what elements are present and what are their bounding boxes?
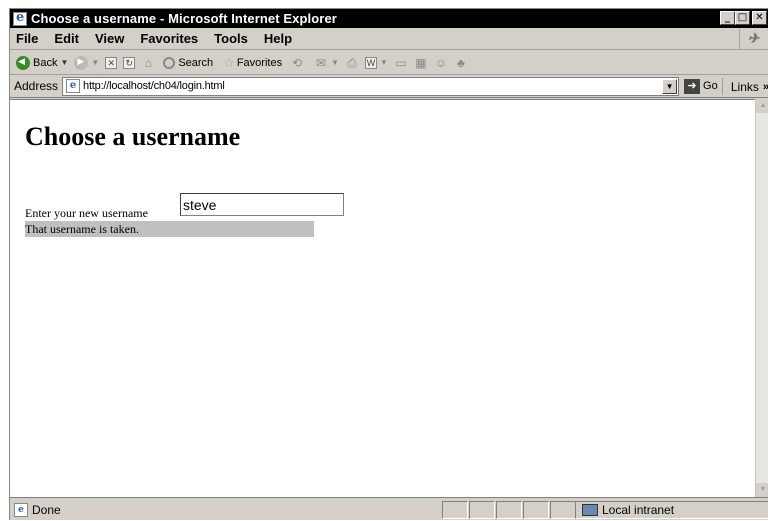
page-status-icon: e: [14, 502, 28, 517]
links-label: Links: [730, 79, 759, 94]
chevron-right-icon[interactable]: »: [763, 81, 768, 93]
address-field[interactable]: e http://localhost/ch04/login.html ▼: [62, 76, 680, 96]
menu-view[interactable]: View: [87, 31, 132, 46]
window-controls: _ □ ✕: [720, 11, 767, 25]
security-zone[interactable]: Local intranet: [575, 501, 768, 519]
extra-tool-button[interactable]: ♣: [454, 57, 468, 69]
menu-bar: File Edit View Favorites Tools Help ✈: [10, 28, 768, 50]
address-dropdown-icon[interactable]: ▼: [662, 78, 678, 94]
status-panes: [442, 501, 577, 519]
edit-dropdown-icon[interactable]: ▼: [380, 58, 388, 67]
title-bar: Choose a username - Microsoft Internet E…: [10, 9, 768, 28]
status-pane: [496, 501, 522, 519]
refresh-icon: ↻: [123, 56, 136, 69]
vertical-scrollbar[interactable]: ▲ ▼: [755, 99, 768, 497]
history-button[interactable]: ⟲: [290, 57, 304, 69]
status-text: Done: [32, 502, 61, 517]
browser-window: Choose a username - Microsoft Internet E…: [9, 8, 768, 520]
scroll-up-icon[interactable]: ▲: [756, 99, 768, 113]
forward-dropdown-icon[interactable]: ▼: [91, 58, 99, 67]
mail-button[interactable]: ✉ ▼: [314, 57, 339, 69]
refresh-button[interactable]: ↻: [123, 56, 136, 69]
home-button[interactable]: ⌂: [141, 57, 155, 69]
close-button[interactable]: ✕: [752, 11, 767, 25]
forward-arrow-icon: [74, 55, 89, 70]
menu-help[interactable]: Help: [256, 31, 300, 46]
search-icon: [163, 56, 176, 69]
username-prompt-label: Enter your new username: [25, 206, 148, 220]
username-status-message: That username is taken.: [25, 221, 314, 237]
status-pane: [469, 501, 495, 519]
home-icon: ⌂: [144, 55, 152, 70]
minimize-button[interactable]: _: [720, 11, 735, 25]
discuss-button[interactable]: ▭: [394, 57, 408, 69]
stop-button[interactable]: ✕: [105, 56, 118, 69]
discuss-icon: ▭: [395, 55, 407, 70]
print-icon: ⎙: [347, 55, 357, 70]
menu-file[interactable]: File: [10, 31, 46, 46]
favorites-button[interactable]: ☆ Favorites: [223, 55, 282, 71]
history-icon: ⟲: [292, 55, 303, 70]
status-bar: e Done Local intranet: [10, 497, 768, 521]
star-icon: ☆: [223, 54, 235, 70]
address-bar: Address e http://localhost/ch04/login.ht…: [10, 75, 768, 98]
page-heading: Choose a username: [25, 122, 241, 151]
address-label: Address: [14, 79, 59, 93]
research-icon: ▦: [415, 55, 427, 70]
mail-dropdown-icon[interactable]: ▼: [331, 58, 339, 67]
status-pane: [442, 501, 468, 519]
links-toolbar[interactable]: Links »: [721, 78, 768, 95]
ie-app-icon[interactable]: [13, 10, 27, 26]
favorites-label: Favorites: [236, 56, 283, 69]
menu-tools[interactable]: Tools: [206, 31, 256, 46]
intranet-zone-icon: [582, 504, 598, 516]
back-button[interactable]: Back ▼: [16, 55, 68, 70]
go-button[interactable]: ➜ Go: [684, 78, 718, 94]
stop-icon: ✕: [105, 56, 118, 69]
back-dropdown-icon[interactable]: ▼: [60, 58, 68, 67]
zone-label: Local intranet: [602, 503, 675, 517]
search-label: Search: [178, 56, 214, 69]
window-title: Choose a username - Microsoft Internet E…: [31, 11, 337, 26]
windows-logo-icon: ✈: [739, 29, 767, 49]
status-pane: [523, 501, 549, 519]
scroll-down-icon[interactable]: ▼: [756, 483, 768, 497]
page-icon: e: [66, 79, 81, 93]
back-label: Back: [33, 56, 58, 69]
forward-button[interactable]: ▼: [74, 55, 99, 70]
back-arrow-icon: [16, 55, 30, 70]
username-input[interactable]: steve: [180, 193, 344, 216]
go-label: Go: [703, 80, 718, 92]
print-button[interactable]: ⎙: [345, 57, 359, 69]
mail-icon: ✉: [316, 55, 327, 70]
menu-edit[interactable]: Edit: [46, 31, 87, 46]
url-text[interactable]: http://localhost/ch04/login.html: [83, 80, 225, 92]
word-icon: W: [365, 56, 377, 69]
standard-toolbar: Back ▼ ▼ ✕ ↻ ⌂ Search ☆ Favorites ⟲ ✉ ▼ …: [10, 51, 768, 75]
edit-word-button[interactable]: W ▼: [365, 56, 388, 69]
messenger-button[interactable]: ☺: [434, 57, 448, 69]
go-arrow-icon: ➜: [684, 78, 701, 94]
research-button[interactable]: ▦: [414, 57, 428, 69]
maximize-button[interactable]: □: [735, 11, 750, 25]
page-content: Choose a username Enter your new usernam…: [10, 99, 755, 497]
status-pane: [550, 501, 576, 519]
messenger-icon: ☺: [434, 55, 448, 70]
search-button[interactable]: Search: [163, 56, 214, 69]
tool-icon: ♣: [456, 55, 465, 70]
menu-favorites[interactable]: Favorites: [132, 31, 206, 46]
